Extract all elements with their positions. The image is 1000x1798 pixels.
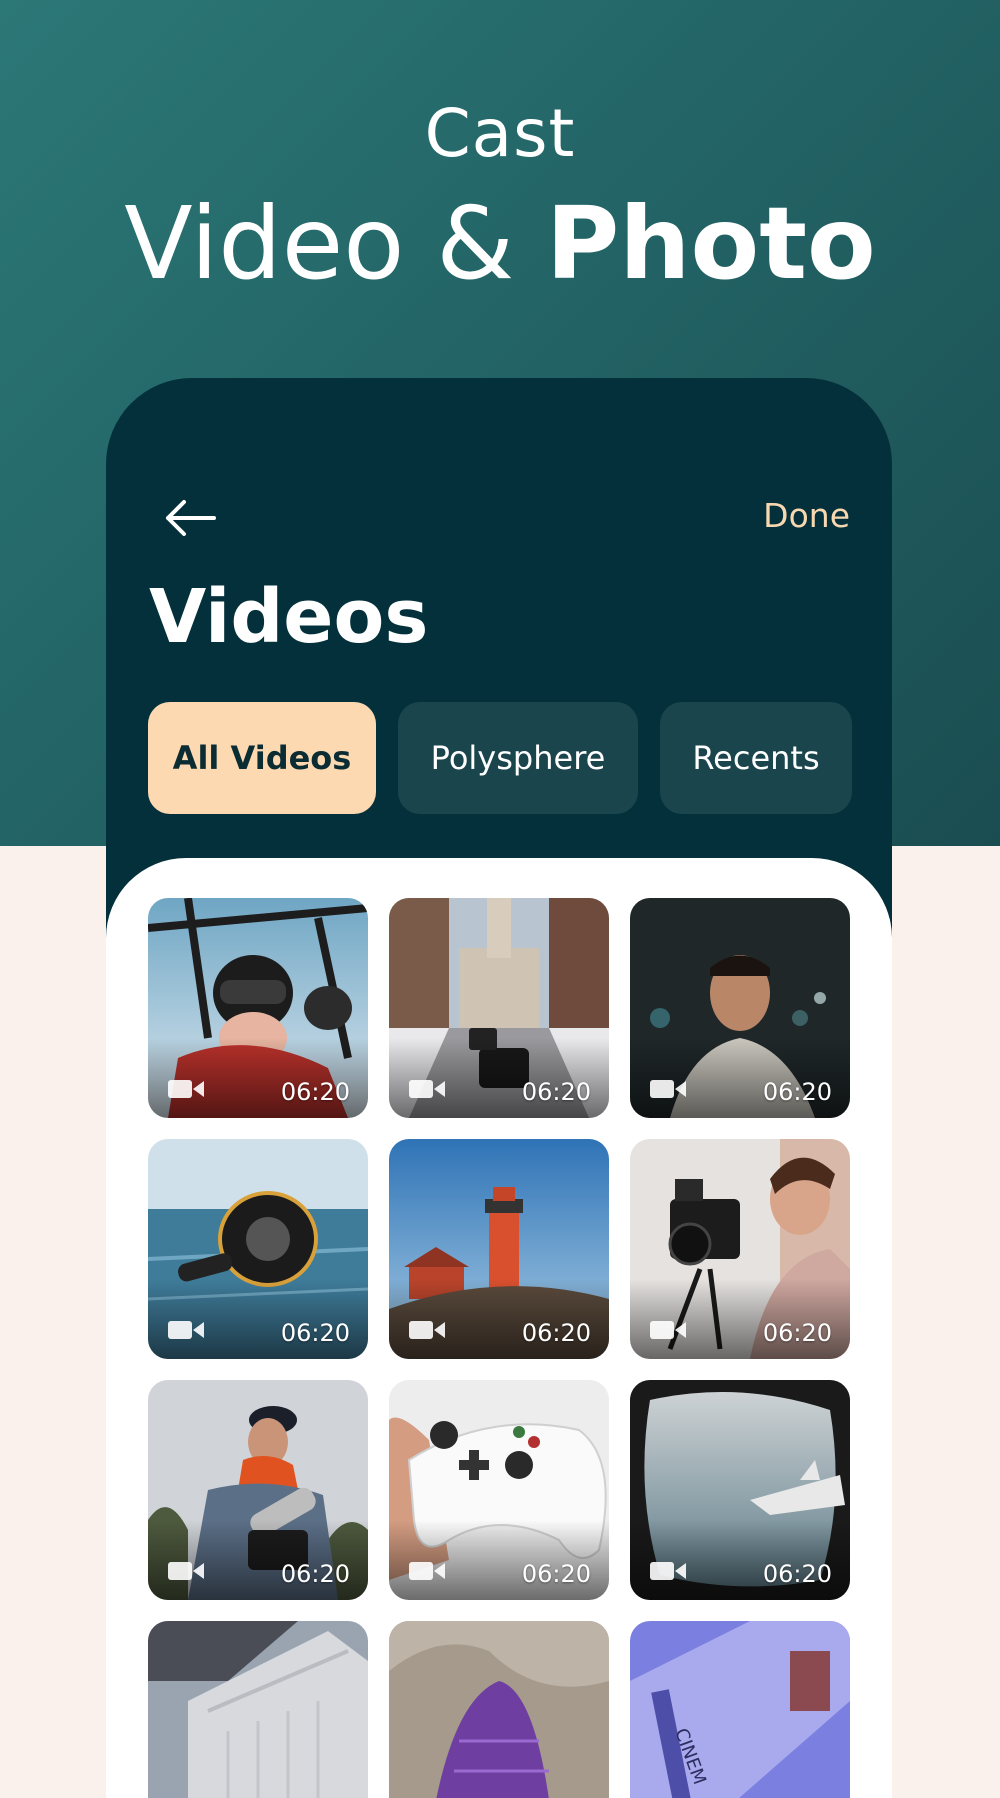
video-camera-icon	[650, 1321, 686, 1339]
video-duration: 06:20	[521, 1560, 591, 1588]
thumbnail-image	[389, 1621, 609, 1798]
video-camera-icon	[168, 1562, 204, 1580]
video-thumbnail[interactable]: 06:20	[630, 1380, 850, 1600]
tab-recents[interactable]: Recents	[660, 702, 852, 814]
video-camera-icon	[409, 1562, 445, 1580]
video-camera-icon	[409, 1080, 445, 1098]
video-grid-sheet: 06:20 06:20 06:20 06:20 06:20 06:20 06:2…	[106, 858, 892, 1798]
video-duration: 06:20	[280, 1319, 350, 1347]
video-thumbnail[interactable]	[148, 1621, 368, 1798]
video-thumbnail[interactable]: 06:20	[389, 898, 609, 1118]
video-duration: 06:20	[762, 1319, 832, 1347]
video-thumbnail[interactable]: 06:20	[389, 1380, 609, 1600]
tab-all-videos[interactable]: All Videos	[148, 702, 376, 814]
video-thumbnail[interactable]: 06:20	[148, 1139, 368, 1359]
video-thumbnail[interactable]	[389, 1621, 609, 1798]
tab-polysphere[interactable]: Polysphere	[398, 702, 638, 814]
video-duration: 06:20	[521, 1078, 591, 1106]
video-thumbnail[interactable]: 06:20	[148, 898, 368, 1118]
headline-bold-part: Photo	[546, 185, 876, 302]
video-camera-icon	[650, 1080, 686, 1098]
video-camera-icon	[409, 1321, 445, 1339]
video-camera-icon	[168, 1080, 204, 1098]
headline-regular-part: Video &	[124, 185, 547, 302]
video-duration: 06:20	[762, 1078, 832, 1106]
video-duration: 06:20	[280, 1078, 350, 1106]
thumbnail-image: CINEM	[630, 1621, 850, 1798]
video-duration: 06:20	[762, 1560, 832, 1588]
video-camera-icon	[650, 1562, 686, 1580]
video-thumbnail[interactable]: 06:20	[389, 1139, 609, 1359]
video-thumbnail[interactable]: CINEM	[630, 1621, 850, 1798]
phone-screen: Done Videos All Videos Polysphere Recent…	[106, 378, 892, 1798]
headline-cast: Cast	[424, 95, 576, 172]
video-camera-icon	[168, 1321, 204, 1339]
thumbnail-image	[148, 1621, 368, 1798]
done-button[interactable]: Done	[763, 496, 850, 535]
video-thumbnail[interactable]: 06:20	[630, 898, 850, 1118]
arrow-left-icon[interactable]	[164, 498, 216, 538]
video-thumbnail[interactable]: 06:20	[630, 1139, 850, 1359]
headline-video-photo: Video & Photo	[0, 185, 1000, 302]
video-duration: 06:20	[280, 1560, 350, 1588]
video-thumbnail[interactable]: 06:20	[148, 1380, 368, 1600]
video-duration: 06:20	[521, 1319, 591, 1347]
page-title: Videos	[149, 574, 429, 660]
